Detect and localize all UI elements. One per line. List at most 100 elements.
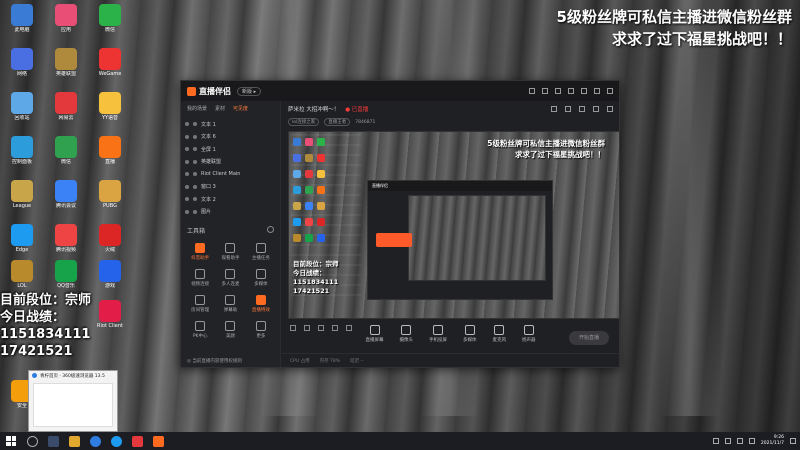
microphone-button[interactable]: 麦克风: [493, 325, 506, 343]
windows-start-icon[interactable]: [6, 436, 16, 446]
add-tool-icon[interactable]: [267, 226, 274, 233]
tab-scenes[interactable]: 我的场景: [187, 105, 207, 112]
tools-grid: 抖音助手 观看助手 主播任务 视频连接 多人连麦 多媒体 房间管理 弹幕助 直播…: [181, 239, 280, 343]
eye-icon[interactable]: [185, 197, 189, 202]
eye-icon[interactable]: [185, 172, 189, 177]
desktop-icon[interactable]: 此电脑: [2, 2, 42, 46]
desktop-icon[interactable]: 应用: [46, 2, 86, 46]
browser-icon[interactable]: [90, 435, 101, 447]
list-item[interactable]: 图片: [185, 206, 276, 219]
tool-item[interactable]: 观看助手: [215, 243, 245, 261]
taskbar-thumbnail[interactable]: 青柠首页 · 360极速浏览器 13.5: [28, 370, 118, 432]
tool-item[interactable]: 视频连接: [185, 269, 215, 287]
lock-icon[interactable]: [193, 209, 197, 214]
list-item[interactable]: 窗口 3: [185, 181, 276, 194]
version-badge[interactable]: 新版 ▸: [237, 86, 262, 96]
close-icon[interactable]: [607, 88, 613, 94]
network-icon[interactable]: [724, 438, 731, 444]
desktop-icon[interactable]: 腾讯会议: [46, 178, 86, 222]
desktop-icon[interactable]: 控制面板: [2, 134, 42, 178]
tool-item[interactable]: PK中心: [185, 321, 215, 339]
eye-icon[interactable]: [185, 122, 189, 127]
chevron-up-icon[interactable]: [712, 438, 719, 444]
screen-capture-button[interactable]: 直播屏幕: [366, 325, 384, 343]
skin-icon[interactable]: [529, 88, 535, 94]
category-pill[interactable]: lol连接之家: [288, 118, 320, 126]
lock-icon[interactable]: [193, 197, 197, 202]
gift-icon[interactable]: [551, 106, 557, 112]
notification-icon[interactable]: [790, 438, 796, 444]
fans-icon[interactable]: [565, 106, 571, 112]
clock[interactable]: 9:26 2021/11/7: [761, 435, 784, 447]
list-item[interactable]: 全屏 1: [185, 143, 276, 156]
settings-icon[interactable]: [542, 88, 548, 94]
desktop-icon[interactable]: YY语音: [90, 90, 130, 134]
eye-icon[interactable]: [185, 209, 189, 214]
desktop-icon[interactable]: 英雄联盟: [46, 46, 86, 90]
camera-button[interactable]: 摄像头: [400, 325, 413, 343]
file-explorer-icon[interactable]: [69, 435, 80, 447]
tool-item[interactable]: 更多: [246, 321, 276, 339]
tool-item[interactable]: 多人连麦: [215, 269, 245, 287]
lock-icon[interactable]: [193, 184, 197, 189]
desktop-icon[interactable]: League: [2, 178, 42, 222]
desktop-icon[interactable]: WeGame: [90, 46, 130, 90]
desktop-icon[interactable]: 网易云: [46, 90, 86, 134]
message-icon[interactable]: [555, 88, 561, 94]
scene-label: 文本 2: [201, 196, 216, 203]
list-item[interactable]: 英雄联盟: [185, 156, 276, 169]
stream-title[interactable]: 萨米拉 大招冲啊～！: [288, 105, 339, 113]
eye-icon[interactable]: [185, 147, 189, 152]
share-icon[interactable]: [607, 106, 613, 112]
list-item[interactable]: 文本 2: [185, 193, 276, 206]
task-view-icon[interactable]: [48, 435, 59, 447]
eye-icon[interactable]: [185, 134, 189, 139]
volume-icon[interactable]: [736, 438, 743, 444]
desktop-icon[interactable]: 游戏: [90, 258, 130, 302]
desktop-icon[interactable]: 网络: [2, 46, 42, 90]
tool-item[interactable]: 多媒体: [246, 269, 276, 287]
app-icon[interactable]: [132, 435, 143, 447]
eye-icon[interactable]: [185, 184, 189, 189]
rules-link[interactable]: ◎ 当前直播内容使用权规则: [187, 358, 242, 364]
maximize-icon[interactable]: [594, 88, 600, 94]
preview-line: 17421521: [293, 287, 330, 295]
speaker-button[interactable]: 扬声器: [522, 325, 536, 343]
desktop-icon[interactable]: PUBG: [90, 178, 130, 222]
tab-visibility[interactable]: 可见度: [233, 105, 248, 112]
media-button[interactable]: 多媒体: [463, 325, 477, 343]
desktop-icon[interactable]: 直播: [90, 134, 130, 178]
tool-item[interactable]: 房间管理: [185, 295, 215, 313]
input-method-icon[interactable]: [748, 438, 755, 444]
minimize-icon[interactable]: [581, 88, 587, 94]
list-item[interactable]: Riot Client Main: [185, 168, 276, 181]
list-item[interactable]: 文本 1: [185, 118, 276, 131]
tool-item[interactable]: 主播任务: [246, 243, 276, 261]
list-item[interactable]: 文本 6: [185, 131, 276, 144]
edge-icon[interactable]: [111, 435, 122, 447]
tool-item[interactable]: 直播特效: [246, 295, 276, 313]
stream-preview[interactable]: 5级粉丝牌可私信主播进微信粉丝群 求求了过下福星挑战吧！！ 目前段位：宗师 今日…: [288, 131, 620, 319]
live-companion-icon[interactable]: [153, 435, 164, 447]
go-live-button[interactable]: 开始直播: [569, 331, 609, 345]
lock-icon[interactable]: [193, 147, 197, 152]
mail-icon[interactable]: [579, 106, 585, 112]
lock-icon[interactable]: [193, 134, 197, 139]
lock-icon[interactable]: [193, 122, 197, 127]
tool-item[interactable]: 美颜: [215, 321, 245, 339]
lock-icon[interactable]: [193, 172, 197, 177]
desktop-icon[interactable]: Riot Client: [90, 298, 130, 342]
tool-item[interactable]: 弹幕助: [215, 295, 245, 313]
desktop-icon[interactable]: 微信: [46, 134, 86, 178]
desktop-icon[interactable]: 回收站: [2, 90, 42, 134]
tag-pill[interactable]: 直播王者: [324, 118, 351, 126]
search-icon[interactable]: [27, 435, 38, 447]
phone-cast-button[interactable]: 手机投屏: [429, 325, 447, 343]
tab-materials[interactable]: 素材: [215, 105, 225, 112]
eye-icon[interactable]: [185, 159, 189, 164]
desktop-icon[interactable]: 微信: [90, 2, 130, 46]
menu-icon[interactable]: [568, 88, 574, 94]
lock-icon[interactable]: [193, 159, 197, 164]
bell-icon[interactable]: [593, 106, 599, 112]
tool-item[interactable]: 抖音助手: [185, 243, 215, 261]
